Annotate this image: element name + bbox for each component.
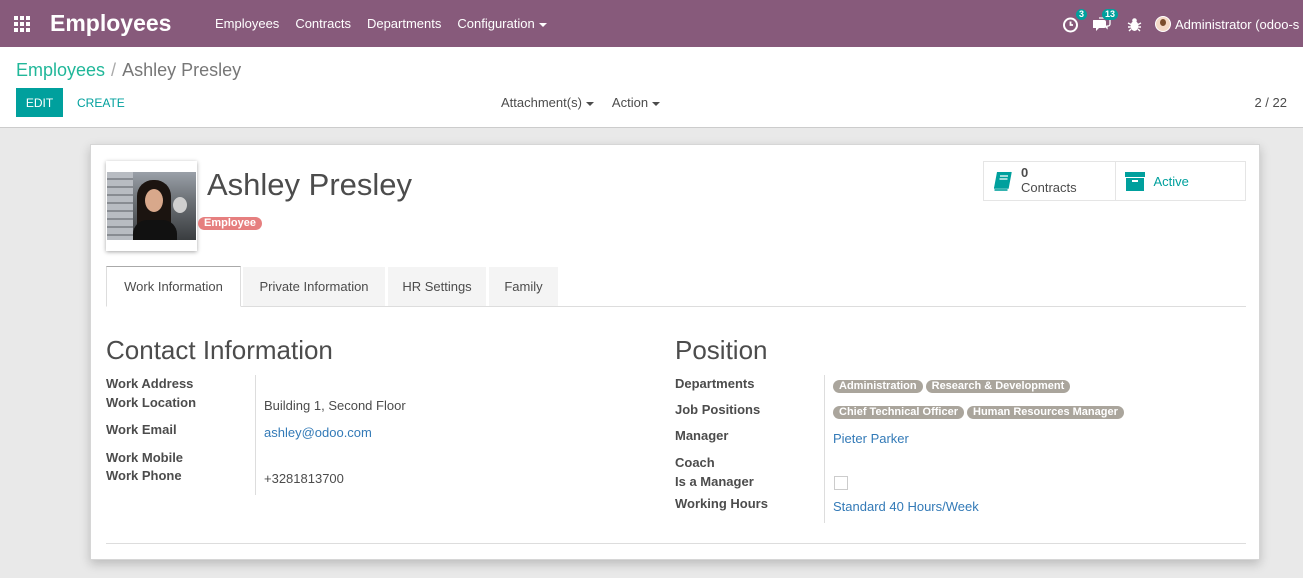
attachments-label: Attachment(s)	[501, 95, 582, 110]
action-dropdown[interactable]: Action	[611, 95, 661, 110]
top-menu: Employees Contracts Departments Configur…	[215, 16, 563, 31]
department-tag: Administration	[833, 380, 923, 393]
position-divider	[824, 375, 825, 523]
department-tag: Research & Development	[925, 380, 1071, 393]
notebook-tabs: Work Information Private Information HR …	[106, 265, 1246, 307]
menu-configuration-label: Configuration	[457, 16, 535, 31]
job-positions-tags: Chief Technical Officer Human Resources …	[833, 406, 1127, 419]
work-email-link[interactable]: ashley@odoo.com	[264, 425, 372, 440]
job-positions-label: Job Positions	[675, 402, 761, 417]
form-sheet: Ashley Presley Employee 0 Contracts Acti…	[90, 144, 1260, 560]
control-panel: Employees / Ashley Presley EDIT CREATE Att…	[0, 47, 1303, 128]
edit-button[interactable]: EDIT	[16, 88, 63, 117]
bug-icon	[1127, 17, 1142, 31]
work-phone-value: +3281813700	[264, 471, 344, 486]
breadcrumb-current: Ashley Presley	[122, 60, 242, 80]
tab-family[interactable]: Family	[489, 267, 558, 306]
smart-button-box: 0 Contracts Active	[983, 161, 1246, 201]
user-avatar	[1155, 16, 1171, 32]
app-brand[interactable]: Employees	[50, 10, 171, 37]
employee-name[interactable]: Ashley Presley	[207, 167, 412, 203]
sidebar-actions: Attachment(s) Action	[501, 95, 678, 110]
active-toggle-button[interactable]: Active	[1114, 162, 1246, 200]
is-manager-label: Is a Manager	[675, 474, 754, 489]
contact-divider	[255, 375, 256, 495]
breadcrumb: Employees / Ashley Presley	[16, 60, 241, 81]
sheet-bottom-divider	[106, 543, 1246, 544]
coach-label: Coach	[675, 455, 715, 470]
manager-label: Manager	[675, 428, 729, 443]
attachments-dropdown[interactable]: Attachment(s)	[501, 95, 594, 110]
debug-button[interactable]	[1126, 16, 1143, 33]
systray: 3 13 Administrator (odoo-s	[1062, 8, 1299, 36]
menu-employees[interactable]: Employees	[215, 16, 279, 31]
menu-contracts[interactable]: Contracts	[295, 16, 351, 31]
position-title: Position	[675, 335, 768, 365]
pager[interactable]: 2 / 22	[1254, 95, 1287, 110]
form-content: Ashley Presley Employee 0 Contracts Acti…	[0, 128, 1303, 578]
departments-tags: Administration Research & Development	[833, 380, 1073, 393]
book-icon	[994, 171, 1012, 191]
tab-private-information[interactable]: Private Information	[243, 267, 385, 306]
work-location-label: Work Location	[106, 395, 197, 410]
contracts-count: 0	[1021, 165, 1029, 180]
contracts-smart-button[interactable]: 0 Contracts	[984, 162, 1115, 200]
work-address-label: Work Address	[106, 376, 194, 391]
create-button[interactable]: CREATE	[70, 88, 132, 117]
archive-icon	[1124, 172, 1145, 191]
working-hours-label: Working Hours	[675, 496, 768, 511]
work-phone-label: Work Phone	[106, 468, 182, 483]
breadcrumb-separator: /	[111, 60, 117, 80]
apps-grid-icon[interactable]	[14, 16, 31, 32]
breadcrumb-employees[interactable]: Employees	[16, 60, 105, 80]
tab-hr-settings[interactable]: HR Settings	[388, 267, 486, 306]
contact-information-title: Contact Information	[106, 335, 333, 365]
activity-count-badge: 3	[1075, 8, 1087, 20]
departments-label: Departments	[675, 376, 755, 391]
caret-down-icon	[538, 22, 547, 27]
action-label: Action	[611, 95, 649, 110]
activity-button[interactable]: 3	[1062, 8, 1087, 33]
is-manager-checkbox[interactable]	[834, 476, 848, 490]
top-navbar: Employees Employees Contracts Department…	[0, 0, 1303, 47]
working-hours-link[interactable]: Standard 40 Hours/Week	[833, 499, 979, 514]
caret-down-icon	[585, 101, 594, 106]
messages-count-badge: 13	[1101, 8, 1118, 20]
user-name: Administrator (odoo-s	[1175, 16, 1300, 32]
active-label: Active	[1153, 173, 1189, 189]
work-email-label: Work Email	[106, 422, 177, 437]
employee-photo[interactable]	[106, 161, 197, 251]
messages-button[interactable]: 13	[1092, 8, 1118, 33]
manager-link[interactable]: Pieter Parker	[833, 431, 909, 446]
caret-down-icon	[652, 101, 661, 106]
user-menu[interactable]: Administrator (odoo-s	[1155, 16, 1299, 32]
contracts-label: Contracts	[1021, 180, 1077, 195]
menu-departments[interactable]: Departments	[367, 16, 441, 31]
work-mobile-label: Work Mobile	[106, 450, 184, 465]
employee-category-tag: Employee	[198, 217, 262, 230]
job-position-tag: Human Resources Manager	[967, 406, 1124, 419]
work-location-value: Building 1, Second Floor	[264, 398, 406, 413]
tab-work-information[interactable]: Work Information	[106, 266, 241, 307]
menu-configuration[interactable]: Configuration	[457, 16, 547, 31]
job-position-tag: Chief Technical Officer	[833, 406, 964, 419]
